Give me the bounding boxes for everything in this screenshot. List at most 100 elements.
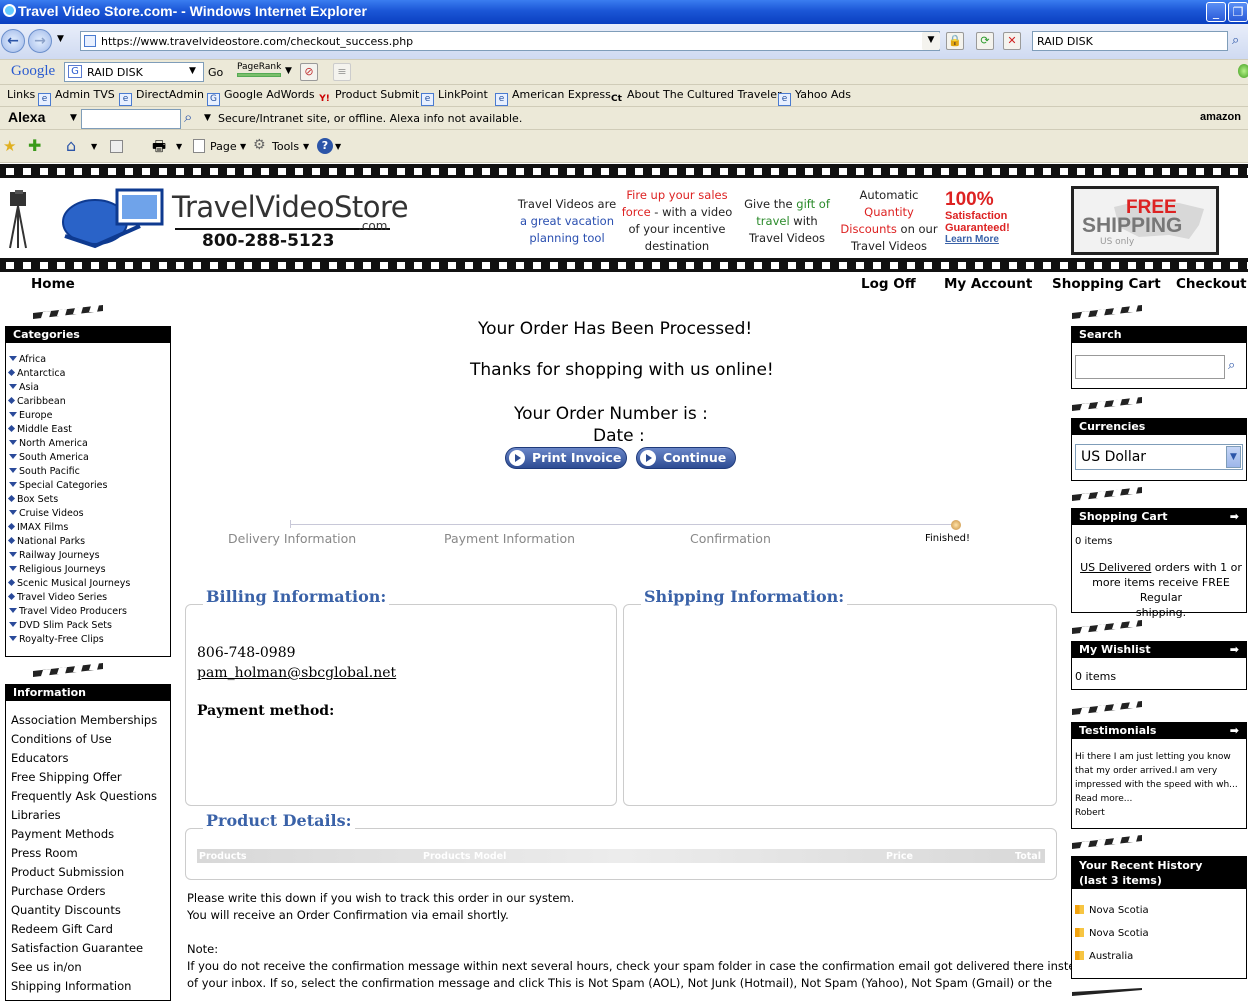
category-item[interactable]: Europe: [9, 410, 52, 421]
search-icon[interactable]: ⌕: [1232, 33, 1239, 48]
promo-vacation[interactable]: Travel Videos are a great vacation plann…: [512, 196, 622, 247]
alexa-search-input[interactable]: [81, 109, 181, 129]
alexa-dropdown-icon[interactable]: ▼: [70, 113, 77, 123]
alexa-search-icon[interactable]: ⌕: [184, 108, 192, 126]
address-dropdown-icon[interactable]: ▼: [922, 32, 940, 50]
information-item[interactable]: Press Room: [11, 846, 78, 860]
page-menu[interactable]: Page: [210, 140, 237, 153]
free-shipping-badge[interactable]: FREE SHIPPING US only: [1071, 186, 1219, 255]
category-item[interactable]: Travel Video Series: [9, 592, 107, 603]
home-icon[interactable]: ⌂: [66, 136, 76, 155]
category-item[interactable]: Scenic Musical Journeys: [9, 578, 130, 589]
link-directadmin[interactable]: e DirectAdmin: [119, 88, 204, 106]
category-item[interactable]: South America: [9, 452, 89, 463]
cart-title[interactable]: Shopping Cart ➡: [1071, 508, 1247, 525]
information-item[interactable]: Product Submission: [11, 865, 124, 879]
tools-dropdown-icon[interactable]: ▼: [303, 142, 309, 151]
stop-icon[interactable]: ✕: [1003, 32, 1021, 50]
promo-sales-force[interactable]: Fire up your sales force - with a video …: [617, 187, 737, 255]
category-item[interactable]: Cruise Videos: [9, 508, 84, 519]
search-icon[interactable]: ⌕: [1228, 358, 1235, 373]
information-item[interactable]: Quantity Discounts: [11, 903, 121, 917]
testimonials-title[interactable]: Testimonials ➡: [1071, 722, 1247, 739]
category-item[interactable]: South Pacific: [9, 466, 80, 477]
link-admin-tvs[interactable]: e Admin TVS: [38, 88, 115, 106]
feeds-icon[interactable]: [110, 140, 123, 153]
popup-blocker-icon[interactable]: ⊘: [300, 63, 318, 81]
link-cultured-traveler[interactable]: Ct About The Cultured Traveler: [610, 88, 781, 107]
continue-button[interactable]: Continue: [636, 447, 736, 469]
promo-gift[interactable]: Give the gift of travel with Travel Vide…: [737, 196, 837, 247]
help-icon[interactable]: ?: [317, 138, 333, 154]
history-dropdown-icon[interactable]: ▼: [57, 34, 64, 44]
nav-shopping-cart[interactable]: Shopping Cart: [1052, 276, 1161, 292]
tools-menu[interactable]: Tools: [272, 140, 299, 153]
category-item[interactable]: Travel Video Producers: [9, 606, 127, 617]
back-icon[interactable]: ←: [1, 29, 25, 53]
category-item[interactable]: Religious Journeys: [9, 564, 106, 575]
category-item[interactable]: Africa: [9, 354, 46, 365]
add-favorite-icon[interactable]: ✚: [28, 136, 41, 155]
link-yahoo-ads[interactable]: e Yahoo Ads: [778, 88, 851, 106]
history-item[interactable]: Nova Scotia: [1075, 928, 1149, 939]
category-item[interactable]: Railway Journeys: [9, 550, 100, 561]
lock-icon[interactable]: 🔒: [946, 32, 964, 50]
help-dropdown-icon[interactable]: ▼: [335, 142, 341, 151]
satisfaction-badge[interactable]: 100% Satisfaction Guaranteed! Learn More: [945, 190, 1010, 246]
history-item[interactable]: Nova Scotia: [1075, 905, 1149, 916]
pagerank-dropdown-icon[interactable]: ▼: [285, 66, 292, 76]
information-item[interactable]: Free Shipping Offer: [11, 770, 122, 784]
currency-select[interactable]: US Dollar: [1075, 444, 1243, 470]
link-google-adwords[interactable]: G Google AdWords: [207, 88, 315, 106]
nav-logoff[interactable]: Log Off: [861, 276, 916, 292]
link-american-express[interactable]: e American Express: [495, 88, 611, 106]
information-item[interactable]: Frequently Ask Questions: [11, 789, 157, 803]
print-dropdown-icon[interactable]: ▼: [176, 142, 182, 151]
information-item[interactable]: Conditions of Use: [11, 732, 112, 746]
home-dropdown-icon[interactable]: ▼: [91, 142, 97, 151]
category-item[interactable]: Middle East: [9, 424, 72, 435]
category-item[interactable]: DVD Slim Pack Sets: [9, 620, 112, 631]
forward-icon[interactable]: →: [28, 29, 52, 53]
information-item[interactable]: Satisfaction Guarantee: [11, 941, 143, 955]
information-item[interactable]: Shipping Information: [11, 979, 131, 993]
restore-button[interactable]: ❐: [1228, 2, 1248, 22]
history-item[interactable]: Australia: [1075, 951, 1133, 962]
information-item[interactable]: Payment Methods: [11, 827, 114, 841]
promo-discounts[interactable]: Automatic Quantity Discounts on our Trav…: [837, 187, 941, 255]
information-item[interactable]: See us in/on: [11, 960, 82, 974]
category-item[interactable]: Asia: [9, 382, 39, 393]
refresh-icon[interactable]: ⟳: [976, 32, 994, 50]
category-item[interactable]: North America: [9, 438, 88, 449]
google-dropdown-icon[interactable]: ▼: [189, 66, 196, 76]
category-item[interactable]: Caribbean: [9, 396, 66, 407]
category-item[interactable]: National Parks: [9, 536, 85, 547]
information-item[interactable]: Association Memberships: [11, 713, 157, 727]
options-icon[interactable]: ≡: [333, 63, 351, 81]
link-linkpoint[interactable]: e LinkPoint: [421, 88, 488, 106]
nav-home[interactable]: Home: [31, 276, 75, 292]
information-item[interactable]: Purchase Orders: [11, 884, 106, 898]
minimize-button[interactable]: _: [1206, 2, 1226, 22]
page-dropdown-icon[interactable]: ▼: [240, 142, 246, 151]
category-item[interactable]: Special Categories: [9, 480, 107, 491]
alexa-search-dropdown-icon[interactable]: ▼: [204, 113, 211, 123]
nav-my-account[interactable]: My Account: [944, 276, 1032, 292]
favorites-star-icon[interactable]: ★: [3, 137, 16, 155]
print-invoice-button[interactable]: Print Invoice: [505, 447, 627, 469]
google-search-input[interactable]: RAID DISK: [64, 62, 204, 82]
information-item[interactable]: Libraries: [11, 808, 61, 822]
print-icon[interactable]: 🖶: [152, 136, 166, 161]
nav-checkout[interactable]: Checkout: [1176, 276, 1247, 292]
billing-email-link[interactable]: pam_holman@sbcglobal.net: [197, 665, 396, 681]
google-go-button[interactable]: Go: [208, 66, 223, 79]
currency-dropdown-icon[interactable]: ▼: [1226, 446, 1241, 468]
information-item[interactable]: Redeem Gift Card: [11, 922, 113, 936]
information-item[interactable]: Educators: [11, 751, 69, 765]
wishlist-title[interactable]: My Wishlist ➡: [1071, 641, 1247, 658]
link-product-submit[interactable]: Y! Product Submit: [318, 88, 419, 107]
category-item[interactable]: IMAX Films: [9, 522, 68, 533]
browser-search-input[interactable]: RAID DISK: [1032, 31, 1228, 51]
read-more-link[interactable]: Read more...: [1075, 792, 1238, 806]
address-input[interactable]: https://www.travelvideostore.com/checkou…: [80, 31, 940, 51]
